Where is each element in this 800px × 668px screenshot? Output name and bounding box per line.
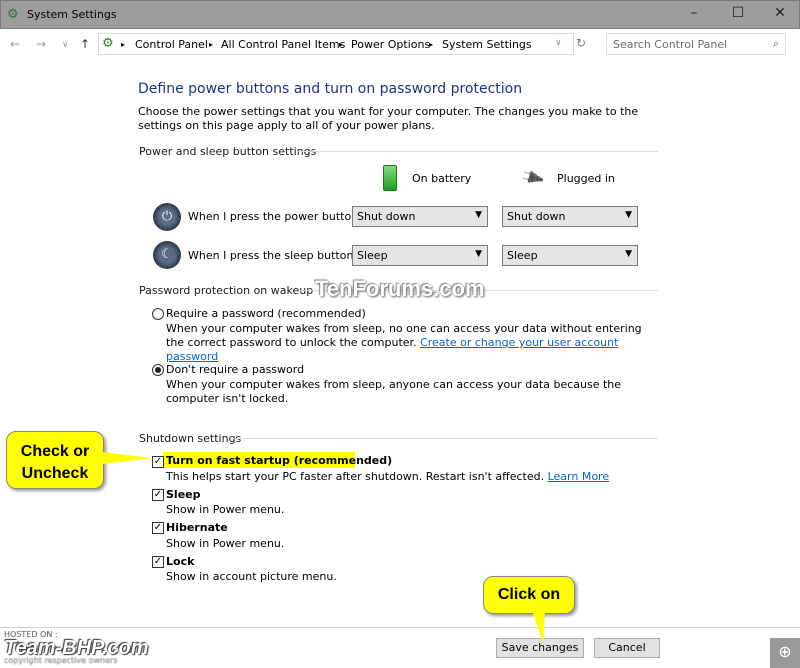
copyright: copyright respective owners xyxy=(4,656,118,665)
power-button-plugged-select[interactable]: Shut down ▼ xyxy=(502,206,638,227)
dont-require-password-desc: When your computer wakes from sleep, any… xyxy=(166,378,622,405)
plug-icon: 🔌 xyxy=(518,164,546,191)
power-button-label: When I press the power button: xyxy=(188,210,362,223)
sleep-desc: Show in Power menu. xyxy=(166,503,285,516)
minimize-button[interactable]: – xyxy=(679,3,709,25)
selected-value: Sleep xyxy=(507,249,538,262)
chevron-down-icon: ▼ xyxy=(625,210,632,220)
lock-label[interactable]: Lock xyxy=(166,555,194,568)
chevron-down-icon: ▼ xyxy=(475,249,482,259)
hibernate-label[interactable]: Hibernate xyxy=(166,521,228,534)
divider xyxy=(232,438,658,439)
sleep-button-icon: ☾ xyxy=(153,241,181,269)
require-password-desc: When your computer wakes from sleep, no … xyxy=(166,322,646,364)
power-button-icon: ⏻ xyxy=(153,203,181,231)
learn-more-link[interactable]: Learn More xyxy=(548,470,610,483)
control-panel-icon: ⚙ xyxy=(7,7,19,22)
dont-require-password-label[interactable]: Don't require a password xyxy=(166,363,304,376)
require-password-label[interactable]: Require a password (recommended) xyxy=(166,307,366,320)
chevron-right-icon: ▸ xyxy=(121,40,126,49)
hibernate-desc: Show in Power menu. xyxy=(166,537,285,550)
breadcrumb-item[interactable]: Control Panel xyxy=(135,38,208,51)
selected-value: Sleep xyxy=(357,249,388,262)
hibernate-checkbox[interactable]: ✓ xyxy=(152,522,164,534)
page-description: Choose the power settings that you want … xyxy=(138,105,639,132)
control-panel-icon: ⚙ xyxy=(102,36,114,51)
search-icon: ⌕ xyxy=(772,37,779,50)
title-bar: ⚙ System Settings – ☐ ✕ xyxy=(0,0,800,29)
fast-startup-label[interactable]: Turn on fast startup (recommended) xyxy=(166,454,392,467)
cancel-button[interactable]: Cancel xyxy=(594,638,660,658)
selected-value: Shut down xyxy=(507,210,566,223)
sleep-button-plugged-select[interactable]: Sleep ▼ xyxy=(502,245,638,266)
column-on-battery: On battery xyxy=(412,172,472,185)
lock-checkbox[interactable]: ✓ xyxy=(152,556,164,568)
power-button-battery-select[interactable]: Shut down ▼ xyxy=(352,206,488,227)
chevron-right-icon: ▸ xyxy=(209,40,214,49)
close-button[interactable]: ✕ xyxy=(765,3,795,25)
page-title: Define power buttons and turn on passwor… xyxy=(138,81,523,97)
chevron-down-icon: ▼ xyxy=(625,249,632,259)
desc-text: This helps start your PC faster after sh… xyxy=(166,470,545,483)
chevron-down-icon[interactable]: ∨ xyxy=(555,38,562,48)
check-callout: Check or Uncheck xyxy=(6,431,104,489)
maximize-button[interactable]: ☐ xyxy=(723,3,753,25)
chevron-right-icon: ▸ xyxy=(429,40,434,49)
search-input[interactable]: Search Control Panel ⌕ xyxy=(606,33,786,55)
sleep-checkbox[interactable]: ✓ xyxy=(152,489,164,501)
sleep-button-battery-select[interactable]: Sleep ▼ xyxy=(352,245,488,266)
chevron-down-icon: ▼ xyxy=(475,210,482,220)
chevron-right-icon: ▸ xyxy=(339,40,344,49)
watermark: TenForums.com xyxy=(315,276,485,301)
divider xyxy=(298,151,658,152)
breadcrumb[interactable]: ⚙ ▸ Control Panel ▸ All Control Panel It… xyxy=(98,33,574,55)
callout-pointer xyxy=(102,452,152,464)
back-arrow-icon[interactable]: ← xyxy=(10,37,20,51)
footer: HOSTED ON : Team-BHP.com copyright respe… xyxy=(0,627,800,668)
search-placeholder: Search Control Panel xyxy=(613,38,728,51)
refresh-icon[interactable]: ↻ xyxy=(576,36,586,50)
dont-require-password-radio[interactable] xyxy=(152,364,164,376)
breadcrumb-item[interactable]: Power Options xyxy=(351,38,430,51)
zoom-icon[interactable]: ⊕ xyxy=(770,638,800,668)
fast-startup-desc: This helps start your PC faster after sh… xyxy=(166,470,609,483)
selected-value: Shut down xyxy=(357,210,416,223)
fast-startup-checkbox[interactable]: ✓ xyxy=(152,456,164,468)
sleep-button-label: When I press the sleep button: xyxy=(188,249,358,262)
require-password-radio[interactable] xyxy=(152,308,164,320)
group-label: Power and sleep button settings xyxy=(139,145,317,158)
click-callout: Click on xyxy=(483,576,575,614)
window-title: System Settings xyxy=(27,8,117,21)
breadcrumb-item[interactable]: All Control Panel Items xyxy=(221,38,345,51)
sleep-label[interactable]: Sleep xyxy=(166,488,201,501)
group-label: Shutdown settings xyxy=(139,432,242,445)
column-plugged-in: Plugged in xyxy=(557,172,615,185)
up-arrow-icon[interactable]: ↑ xyxy=(80,37,90,51)
group-label: Password protection on wakeup xyxy=(139,284,314,297)
recent-chevron-icon[interactable]: ∨ xyxy=(62,40,69,50)
breadcrumb-item[interactable]: System Settings xyxy=(442,38,532,51)
battery-icon xyxy=(383,165,397,191)
lock-desc: Show in account picture menu. xyxy=(166,570,337,583)
forward-arrow-icon[interactable]: → xyxy=(36,37,46,51)
